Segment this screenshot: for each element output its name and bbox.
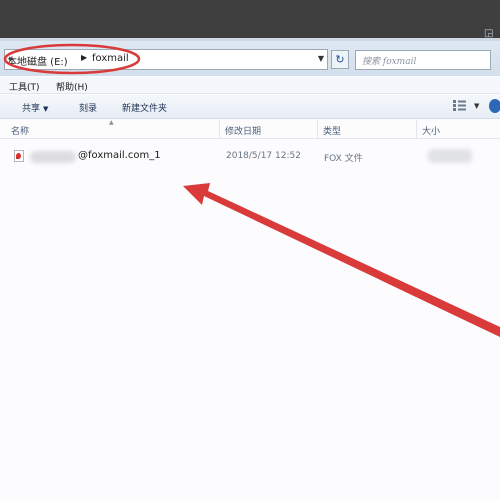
- annotation-overlay: [3, 43, 500, 337]
- arrow-annotation: [183, 183, 500, 337]
- highlight-ellipse-annotation: [3, 43, 141, 75]
